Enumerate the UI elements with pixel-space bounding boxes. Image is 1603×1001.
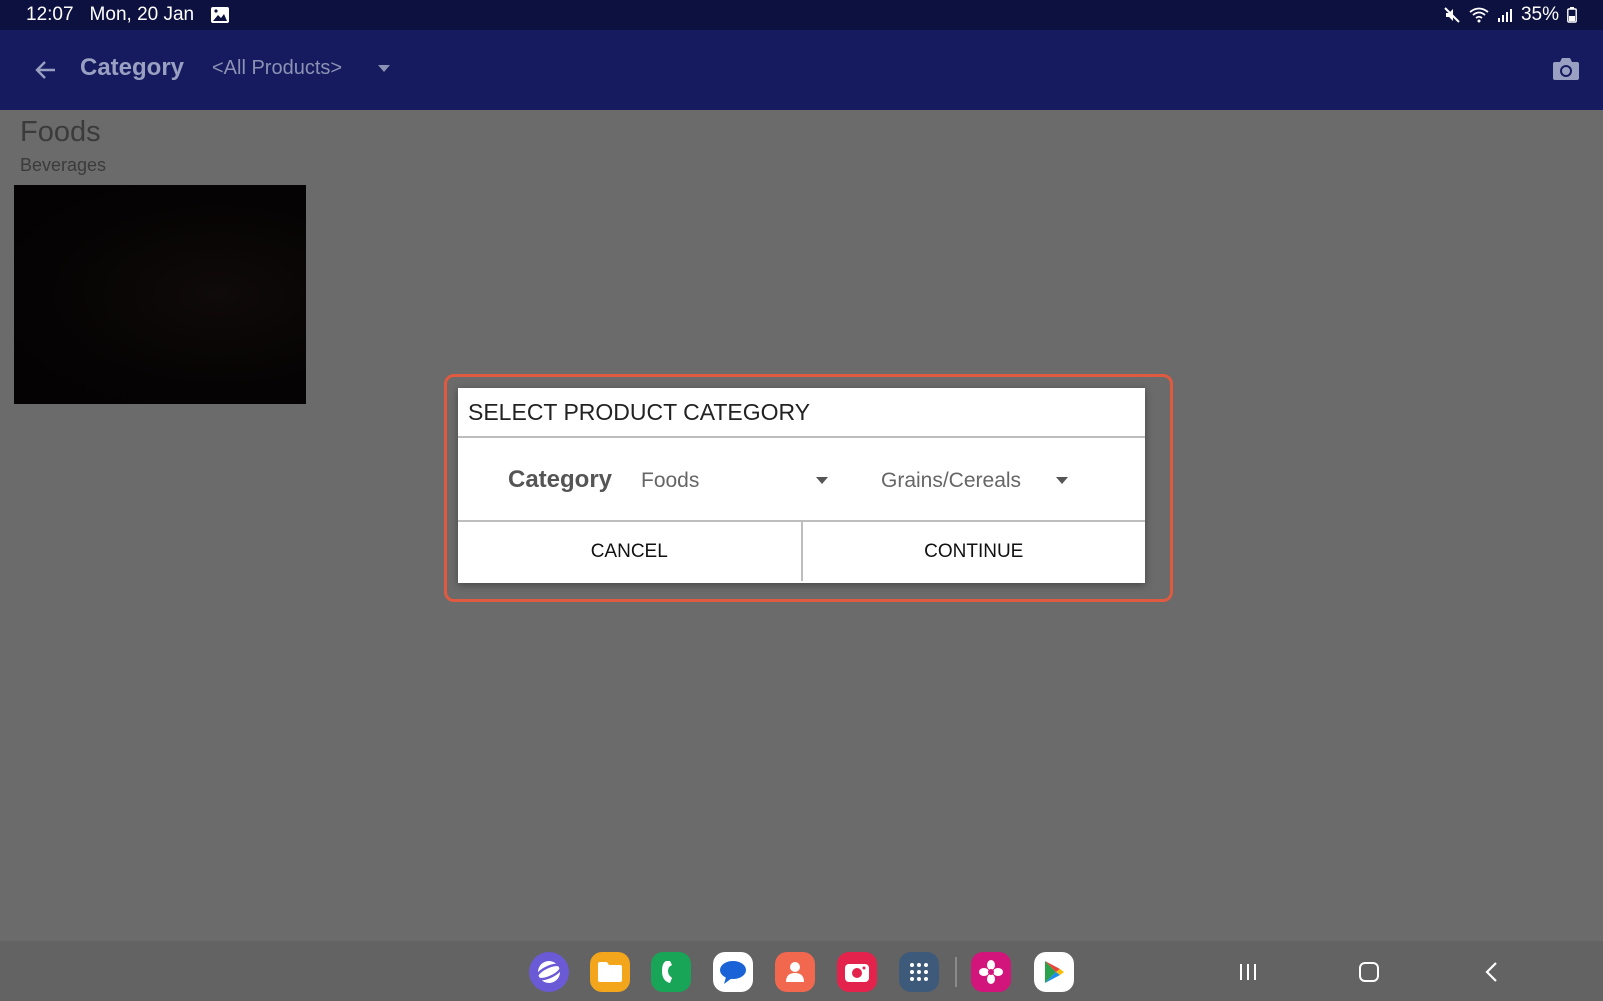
status-date: Mon, 20 Jan: [89, 4, 195, 25]
app-title: Category: [80, 54, 185, 81]
category-heading: Foods: [20, 116, 101, 148]
recents-icon[interactable]: [1233, 959, 1263, 985]
dialog-title: SELECT PRODUCT CATEGORY: [458, 388, 1145, 438]
category-field-label: Category: [508, 466, 613, 493]
status-time: 12:07: [26, 4, 74, 25]
play-store-icon[interactable]: [1034, 952, 1074, 992]
camera-preview-image: [14, 185, 306, 404]
chevron-down-icon: [816, 477, 828, 484]
battery-icon: [1567, 7, 1577, 23]
my-files-icon[interactable]: [590, 952, 630, 992]
chevron-down-icon: [1056, 477, 1068, 484]
subcategory-dropdown-value: Grains/Cereals: [881, 469, 1022, 492]
app-bar: Category <All Products>: [0, 30, 1603, 110]
wifi-icon: [1469, 7, 1489, 23]
status-bar: 12:07 Mon, 20 Jan 35%: [0, 0, 1603, 30]
messages-icon[interactable]: [713, 952, 753, 992]
contacts-icon[interactable]: [775, 952, 815, 992]
mute-icon: [1443, 6, 1461, 24]
chevron-down-icon: [378, 65, 391, 72]
category-subheading: Beverages: [20, 155, 107, 175]
back-icon[interactable]: [1476, 959, 1506, 985]
phone-icon[interactable]: [651, 952, 691, 992]
camera-icon[interactable]: [1552, 56, 1580, 82]
category-dropdown[interactable]: Foods: [641, 468, 833, 494]
battery-text: 35%: [1520, 4, 1559, 25]
camera-app-icon[interactable]: [837, 952, 877, 992]
internet-icon[interactable]: [529, 952, 569, 992]
dialog-body: Category Foods Grains/Cereals: [458, 438, 1145, 522]
select-category-dialog: SELECT PRODUCT CATEGORY Category Foods G…: [458, 388, 1145, 583]
home-icon[interactable]: [1354, 959, 1384, 985]
gallery-app-icon[interactable]: [971, 952, 1011, 992]
gallery-icon: [210, 6, 230, 24]
subcategory-dropdown[interactable]: Grains/Cereals: [881, 468, 1081, 494]
back-arrow-icon[interactable]: [30, 54, 62, 86]
product-filter-value: <All Products>: [212, 57, 343, 79]
app-drawer-icon[interactable]: [899, 952, 939, 992]
cancel-button[interactable]: CANCEL: [458, 522, 801, 581]
dialog-buttons: CANCEL CONTINUE: [458, 522, 1145, 581]
signal-icon: [1497, 7, 1513, 23]
continue-button[interactable]: CONTINUE: [800, 522, 1145, 581]
dock-separator: [955, 957, 957, 987]
product-filter-dropdown[interactable]: <All Products>: [212, 57, 391, 80]
category-dropdown-value: Foods: [641, 469, 700, 492]
bottom-navigation-bar: [0, 941, 1603, 1001]
